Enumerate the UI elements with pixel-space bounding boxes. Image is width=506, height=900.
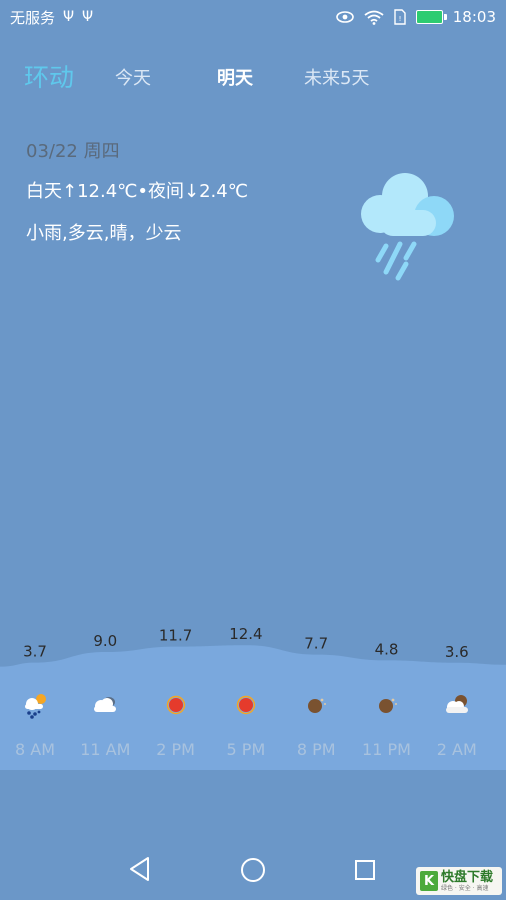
temperature-value-label: 4.8: [375, 640, 399, 658]
hour-label: 11 AM: [80, 740, 131, 759]
back-icon[interactable]: [128, 856, 152, 882]
moon-cloud-icon: [445, 695, 468, 713]
eye-icon: [335, 11, 354, 23]
cloud-icon: [94, 697, 117, 712]
temperature-value-label: 3.7: [23, 643, 47, 661]
usb-icon: Ψ: [63, 9, 75, 25]
hourly-forecast-item: 2 PM: [141, 690, 211, 759]
moon-icon: [378, 698, 397, 713]
moon-icon: [308, 698, 327, 713]
recent-apps-icon[interactable]: [354, 859, 376, 881]
hourly-forecast-item: 11 PM: [352, 690, 422, 759]
temperature-value-label: 12.4: [229, 625, 262, 643]
status-left: 无服务 Ψ Ψ: [10, 7, 93, 28]
hourly-forecast-item: 11 AM: [70, 690, 140, 759]
status-bar: 无服务 Ψ Ψ ! 18:03: [0, 0, 506, 34]
sun-icon: [166, 695, 185, 715]
carrier-text: 无服务: [10, 8, 56, 27]
status-right: ! 18:03: [335, 8, 496, 26]
sun-rain-cloud-icon: [25, 694, 46, 719]
hourly-forecast-item: 2 AM: [422, 690, 492, 759]
date-label: 03/22 周四: [26, 141, 120, 162]
temperature-value-label: 11.7: [159, 627, 192, 645]
hourly-forecast-item: 8 PM: [281, 690, 351, 759]
clock-text: 18:03: [452, 8, 496, 26]
tab-today[interactable]: 今天: [115, 64, 151, 90]
hourly-forecast-row: 8 AM 11 AM 2 PM 5 PM 8 PM 11 PM 2 AM: [0, 690, 506, 770]
hour-label: 2 AM: [436, 740, 477, 759]
home-icon[interactable]: [240, 857, 266, 883]
temperature-value-label: 9.0: [93, 632, 117, 650]
tab-tomorrow[interactable]: 明天: [217, 64, 253, 90]
watermark-logo: K: [420, 871, 438, 891]
rain-cloud-icon: [361, 173, 454, 281]
hourly-forecast-item: 8 AM: [0, 690, 70, 759]
sim-icon: !: [394, 9, 406, 25]
top-nav: 环动 今天 明天 未来5天: [0, 52, 506, 96]
hourly-forecast-item: 5 PM: [211, 690, 281, 759]
weather-summary: 03/22 周四 白天↑12.4℃•夜间↓2.4℃ 小雨,多云,晴，少云: [26, 137, 248, 245]
watermark-text-group: 快盘下载 绿色 · 安全 · 高速: [441, 871, 493, 892]
tab-next-5-days[interactable]: 未来5天: [304, 64, 369, 90]
hour-label: 11 PM: [362, 740, 411, 759]
hour-label: 2 PM: [156, 740, 195, 759]
download-site-watermark: K 快盘下载 绿色 · 安全 · 高速: [416, 867, 502, 895]
watermark-subtitle: 绿色 · 安全 · 高速: [441, 884, 489, 892]
hour-label: 8 PM: [296, 740, 336, 759]
battery-icon: [415, 10, 447, 24]
temperature-value-label: 7.7: [304, 635, 328, 653]
conditions-text: 小雨,多云,晴，少云: [26, 223, 182, 244]
temperature-range: 白天↑12.4℃•夜间↓2.4℃: [26, 181, 248, 202]
watermark-title: 快盘下载: [441, 869, 494, 885]
hour-label: 5 PM: [226, 740, 266, 759]
sun-icon: [236, 695, 256, 715]
hour-label: 8 AM: [14, 740, 55, 759]
app-title: 环动: [24, 63, 75, 92]
temperature-value-label: 3.6: [445, 643, 469, 661]
usb-icon: Ψ: [82, 9, 94, 25]
svg-text:!: !: [398, 15, 401, 23]
wifi-icon: [364, 10, 384, 25]
